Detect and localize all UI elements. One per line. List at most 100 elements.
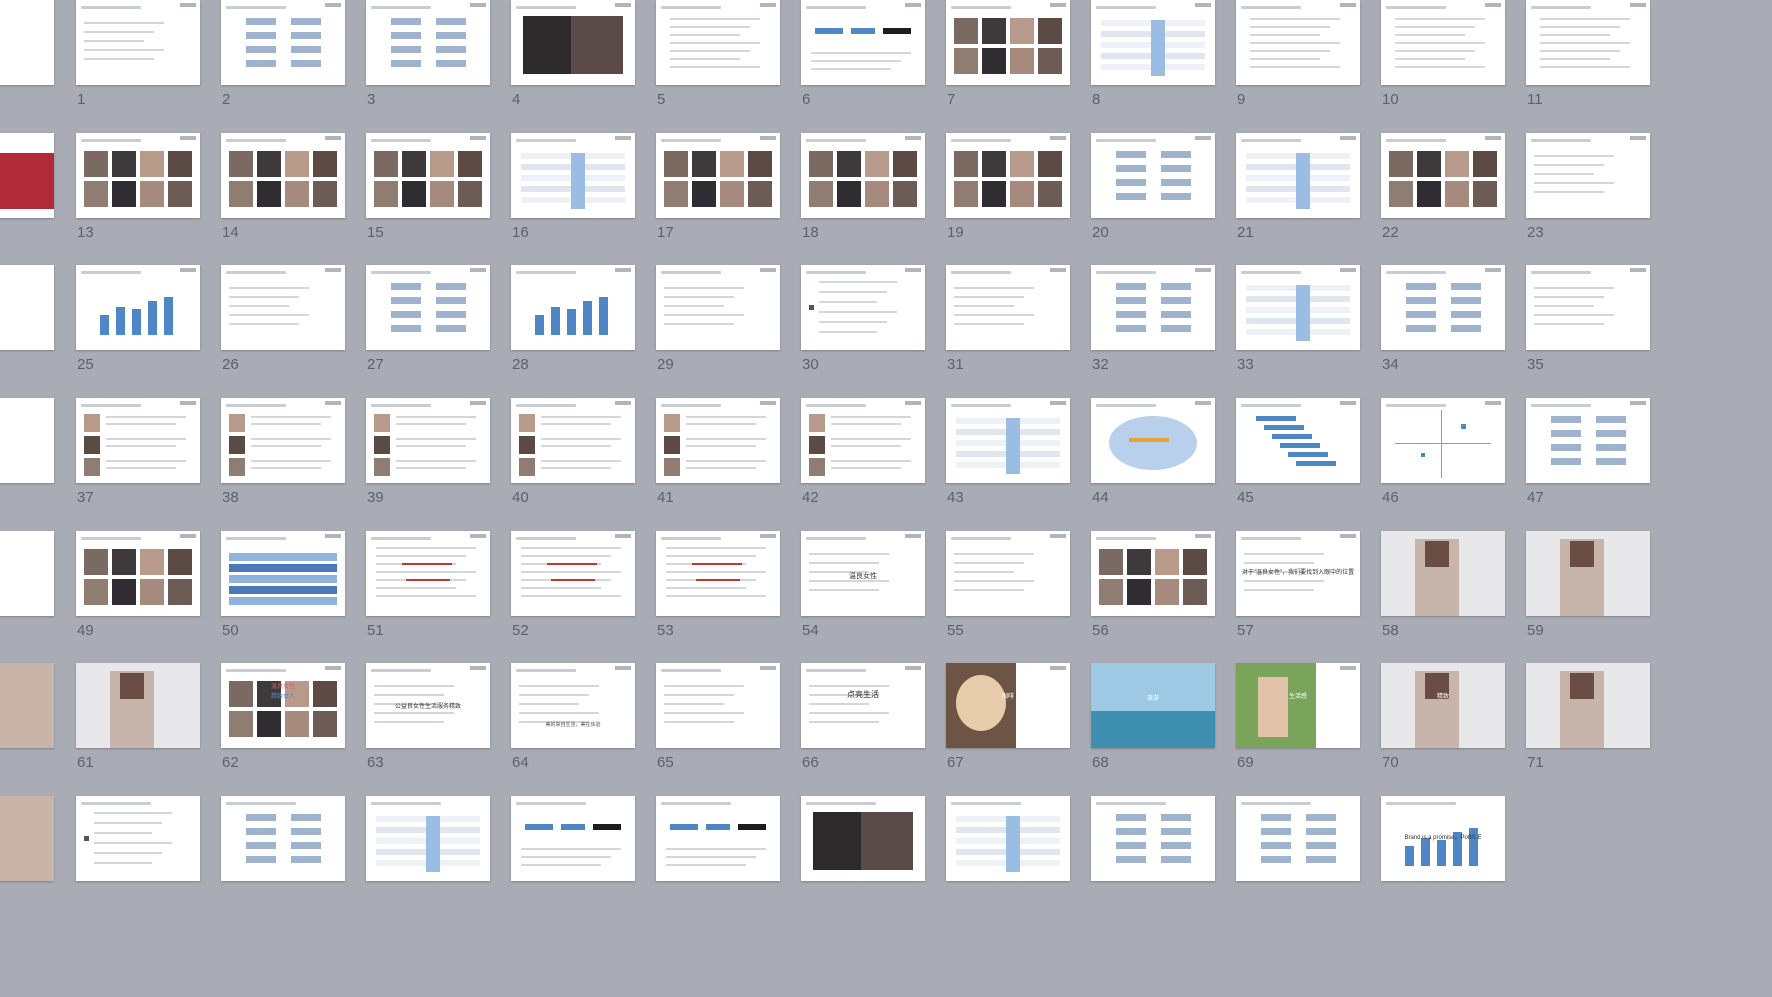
slide-thumbnail-40[interactable] [511, 398, 635, 483]
slide-thumbnail-partial[interactable] [0, 796, 54, 881]
content-block [692, 563, 742, 565]
slide-thumbnail-6[interactable] [801, 0, 925, 85]
slide-thumbnail-partial[interactable] [0, 531, 54, 616]
slide-thumbnail-52[interactable] [511, 531, 635, 616]
slide-thumbnail-56[interactable] [1091, 531, 1215, 616]
slide-thumbnail-13[interactable] [76, 133, 200, 218]
slide-thumbnail-39[interactable] [366, 398, 490, 483]
slide-title-bar [516, 404, 576, 407]
slide-thumbnail-21[interactable] [1236, 133, 1360, 218]
content-block [1551, 416, 1581, 423]
slide-thumbnail-42[interactable] [801, 398, 925, 483]
content-block [1183, 549, 1207, 575]
slide-thumbnail-8[interactable] [1091, 0, 1215, 85]
slide-thumbnail-bottom[interactable] [1091, 796, 1215, 881]
slide-thumbnail-27[interactable] [366, 265, 490, 350]
content-block [120, 673, 144, 699]
content-block [458, 151, 482, 177]
slide-thumbnail-17[interactable] [656, 133, 780, 218]
slide-thumbnail-55[interactable] [946, 531, 1070, 616]
slide-thumbnail-34[interactable] [1381, 265, 1505, 350]
slide-thumbnail-26[interactable] [221, 265, 345, 350]
slide-thumbnail-3[interactable] [366, 0, 490, 85]
slide-thumbnail-43[interactable] [946, 398, 1070, 483]
slide-thumbnail-54[interactable]: 温良女性 [801, 531, 925, 616]
slide-thumbnail-bottom[interactable] [801, 796, 925, 881]
slide-thumbnail-28[interactable] [511, 265, 635, 350]
text-line [686, 423, 756, 425]
slide-thumbnail-44[interactable] [1091, 398, 1215, 483]
slide-thumbnail-59[interactable] [1526, 531, 1650, 616]
slide-thumbnail-37[interactable] [76, 398, 200, 483]
content-block [865, 151, 889, 177]
slide-thumbnail-15[interactable] [366, 133, 490, 218]
slide-thumbnail-22[interactable] [1381, 133, 1505, 218]
slide-thumbnail-58[interactable] [1381, 531, 1505, 616]
slide-thumbnail-9[interactable] [1236, 0, 1360, 85]
content-block [1272, 434, 1312, 439]
slide-thumbnail-29[interactable] [656, 265, 780, 350]
slide-thumbnail-bottom[interactable] [656, 796, 780, 881]
slide-thumbnail-30[interactable] [801, 265, 925, 350]
slide-thumbnail-66[interactable]: 点亮生活 [801, 663, 925, 748]
slide-thumbnail-62[interactable]: 温良女性 精致女人 [221, 663, 345, 748]
slide-thumbnail-57[interactable]: 对于"温良女性"，我们要找到入眼中的位置 [1236, 531, 1360, 616]
slide-thumbnail-45[interactable] [1236, 398, 1360, 483]
slide-thumbnail-69[interactable]: 生活感 [1236, 663, 1360, 748]
slide-thumbnail-53[interactable] [656, 531, 780, 616]
slide-thumbnail-63[interactable]: 公益良女性生活服务精致 [366, 663, 490, 748]
slide-thumbnail-18[interactable] [801, 133, 925, 218]
slide-thumbnail-2[interactable] [221, 0, 345, 85]
slide-title-bar [226, 669, 286, 672]
slide-thumbnail-70[interactable]: 精致 [1381, 663, 1505, 748]
slide-thumbnail-38[interactable] [221, 398, 345, 483]
slide-thumbnail-50[interactable] [221, 531, 345, 616]
slide-thumbnail-partial[interactable] [0, 398, 54, 483]
content-block [391, 311, 421, 318]
slide-thumbnail-46[interactable] [1381, 398, 1505, 483]
slide-thumbnail-31[interactable] [946, 265, 1070, 350]
slide-thumbnail-partial[interactable] [0, 133, 54, 218]
slide-thumbnail-bottom[interactable] [221, 796, 345, 881]
slide-thumbnail-bottom[interactable] [946, 796, 1070, 881]
slide-thumbnail-41[interactable] [656, 398, 780, 483]
slide-thumbnail-61[interactable] [76, 663, 200, 748]
slide-thumbnail-partial[interactable] [0, 663, 54, 748]
slide-thumbnail-68[interactable]: 旅游 [1091, 663, 1215, 748]
slide-thumbnail-5[interactable] [656, 0, 780, 85]
slide-thumbnail-partial[interactable] [0, 265, 54, 350]
slide-thumbnail-23[interactable] [1526, 133, 1650, 218]
slide-thumbnail-33[interactable] [1236, 265, 1360, 350]
slide-thumbnail-32[interactable] [1091, 265, 1215, 350]
slide-thumbnail-65[interactable] [656, 663, 780, 748]
slide-thumbnail-20[interactable] [1091, 133, 1215, 218]
slide-thumbnail-bottom[interactable]: Brand is a promise，PoBS E [1381, 796, 1505, 881]
slide-thumbnail-7[interactable] [946, 0, 1070, 85]
slide-title-bar [1096, 802, 1166, 805]
slide-thumbnail-16[interactable] [511, 133, 635, 218]
slide-thumbnail-4[interactable] [511, 0, 635, 85]
slide-thumbnail-67[interactable]: 咖啡 [946, 663, 1070, 748]
slide-thumbnail-bottom[interactable] [511, 796, 635, 881]
slide-thumbnail-64[interactable]: 美的来自生活，美在体验 [511, 663, 635, 748]
slide-thumbnail-bottom[interactable] [1236, 796, 1360, 881]
text-line [521, 595, 621, 597]
slide-thumbnail-51[interactable] [366, 531, 490, 616]
slide-thumbnail-10[interactable] [1381, 0, 1505, 85]
slide-thumbnail-11[interactable] [1526, 0, 1650, 85]
text-line [666, 848, 766, 850]
slide-thumbnail-1[interactable] [76, 0, 200, 85]
slide-thumbnail-47[interactable] [1526, 398, 1650, 483]
slide-thumbnail-partial[interactable] [0, 0, 54, 85]
slide-thumbnail-bottom[interactable] [76, 796, 200, 881]
content-block [84, 458, 100, 476]
slide-thumbnail-71[interactable] [1526, 663, 1650, 748]
slide-thumbnail-49[interactable] [76, 531, 200, 616]
slide-thumbnail-14[interactable] [221, 133, 345, 218]
text-line [670, 26, 750, 28]
slide-number: 34 [1382, 356, 1399, 373]
slide-thumbnail-35[interactable] [1526, 265, 1650, 350]
slide-thumbnail-bottom[interactable] [366, 796, 490, 881]
slide-thumbnail-19[interactable] [946, 133, 1070, 218]
slide-thumbnail-25[interactable] [76, 265, 200, 350]
